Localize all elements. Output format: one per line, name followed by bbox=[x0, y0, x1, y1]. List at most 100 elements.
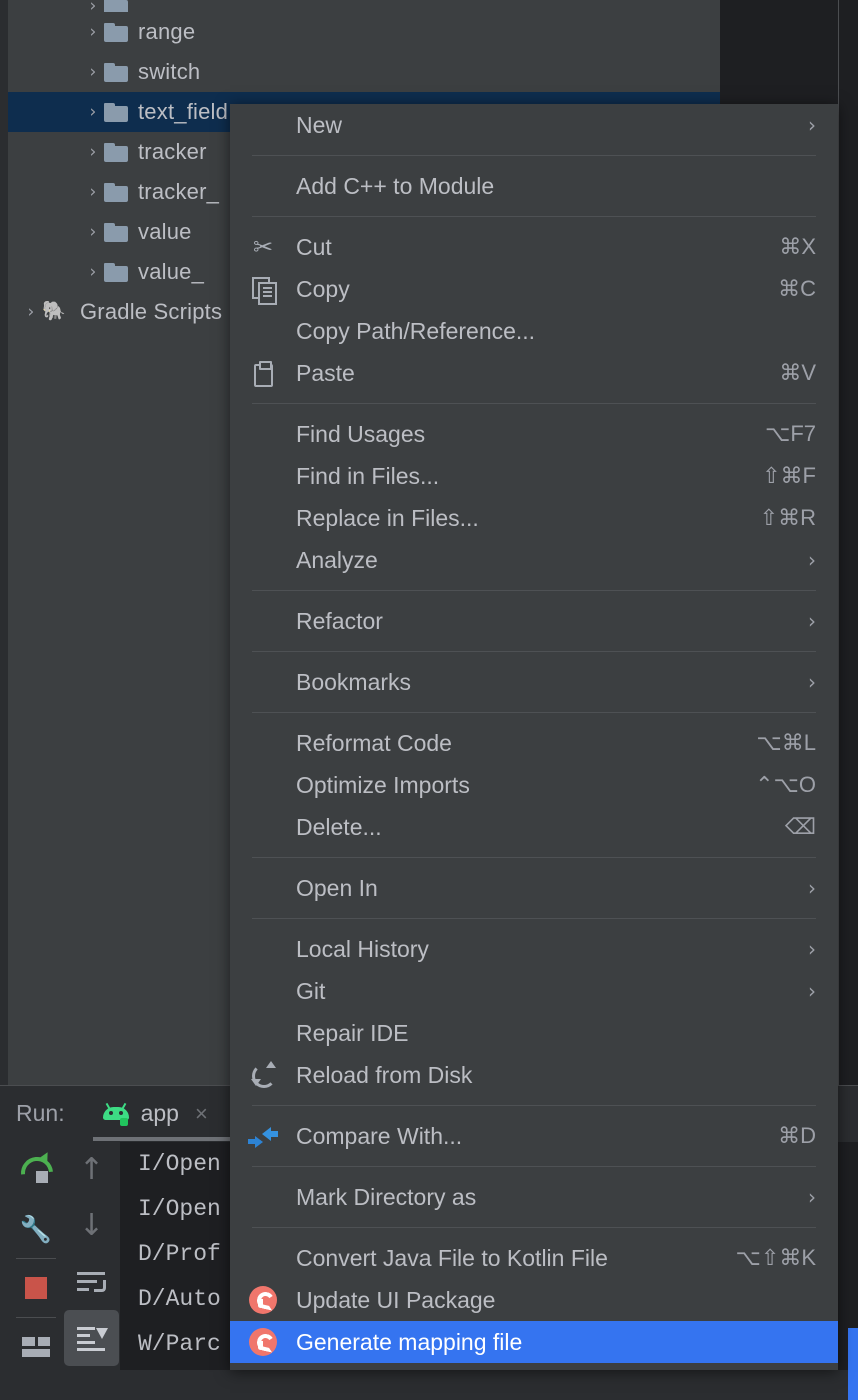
tree-item-label: switch bbox=[138, 59, 201, 84]
chevron-right-icon[interactable]: › bbox=[82, 102, 104, 122]
chevron-right-icon[interactable]: › bbox=[82, 0, 104, 12]
menu-item-reformat-code[interactable]: Reformat Code ⌥⌘L bbox=[230, 722, 838, 764]
menu-item-git[interactable]: Git › bbox=[230, 970, 838, 1012]
menu-item-label: Reload from Disk bbox=[296, 1061, 473, 1088]
run-tab-app[interactable]: app × bbox=[101, 1100, 208, 1127]
menu-separator bbox=[252, 651, 816, 652]
menu-item-optimize-imports[interactable]: Optimize Imports ⌃⌥O bbox=[230, 764, 838, 806]
menu-separator bbox=[252, 155, 816, 156]
menu-item-bookmarks[interactable]: Bookmarks › bbox=[230, 661, 838, 703]
menu-item-icon-slot bbox=[230, 1061, 296, 1088]
run-primary-toolbar: 🔧 bbox=[8, 1142, 64, 1370]
folder-icon bbox=[104, 0, 128, 12]
menu-item-shortcut: ⌘V bbox=[779, 360, 816, 385]
folder-icon bbox=[104, 22, 128, 42]
menu-item-label: Find Usages bbox=[296, 420, 426, 447]
plugin-icon bbox=[249, 1286, 277, 1314]
menu-item-generate-mapping-file[interactable]: Generate mapping file bbox=[230, 1321, 838, 1363]
rerun-button[interactable] bbox=[8, 1142, 64, 1200]
menu-item-label: Convert Java File to Kotlin File bbox=[296, 1244, 608, 1271]
tree-row[interactable]: › bbox=[8, 0, 720, 12]
chevron-right-icon[interactable]: › bbox=[82, 22, 104, 42]
menu-item-delete[interactable]: Delete... ⌫ bbox=[230, 806, 838, 848]
chevron-right-icon: › bbox=[808, 979, 816, 1003]
menu-item-copy-path-reference[interactable]: Copy Path/Reference... bbox=[230, 310, 838, 352]
chevron-right-icon[interactable]: › bbox=[82, 182, 104, 202]
run-window-title: Run: bbox=[16, 1100, 65, 1126]
chevron-right-icon: › bbox=[808, 1185, 816, 1209]
chevron-right-icon[interactable]: › bbox=[82, 62, 104, 82]
menu-item-icon-slot bbox=[230, 361, 296, 387]
menu-item-label: Replace in Files... bbox=[296, 504, 479, 531]
menu-item-reload-from-disk[interactable]: Reload from Disk bbox=[230, 1054, 838, 1096]
down-button[interactable]: ↓ bbox=[64, 1198, 119, 1254]
menu-item-local-history[interactable]: Local History › bbox=[230, 928, 838, 970]
menu-item-analyze[interactable]: Analyze › bbox=[230, 539, 838, 581]
menu-item-icon-slot bbox=[230, 277, 296, 305]
menu-item-replace-in-files[interactable]: Replace in Files... ⇧⌘R bbox=[230, 497, 838, 539]
configure-button[interactable]: 🔧 bbox=[8, 1200, 64, 1258]
chevron-right-icon: › bbox=[808, 548, 816, 572]
menu-separator bbox=[252, 403, 816, 404]
menu-item-new[interactable]: New › bbox=[230, 104, 838, 146]
close-icon[interactable]: × bbox=[195, 1101, 208, 1127]
layout-icon bbox=[22, 1337, 50, 1357]
folder-icon bbox=[104, 262, 128, 282]
stop-button[interactable] bbox=[8, 1259, 64, 1317]
tree-item-icon bbox=[104, 102, 128, 122]
menu-item-label: Paste bbox=[296, 359, 355, 386]
tree-row[interactable]: › range bbox=[8, 12, 720, 52]
menu-item-label: Analyze bbox=[296, 546, 378, 573]
menu-item-label: Bookmarks bbox=[296, 668, 412, 695]
menu-item-find-usages[interactable]: Find Usages ⌥F7 bbox=[230, 413, 838, 455]
tree-item-icon bbox=[104, 182, 128, 202]
menu-item-label: Git bbox=[296, 977, 326, 1004]
chevron-right-icon[interactable]: › bbox=[20, 302, 42, 322]
menu-item-label: Copy Path/Reference... bbox=[296, 317, 536, 344]
paste-icon bbox=[253, 361, 273, 387]
menu-item-icon-slot bbox=[230, 1328, 296, 1356]
menu-item-label: Find in Files... bbox=[296, 462, 440, 489]
menu-item-label: Open In bbox=[296, 874, 378, 901]
chevron-right-icon[interactable]: › bbox=[82, 262, 104, 282]
chevron-right-icon[interactable]: › bbox=[82, 142, 104, 162]
menu-item-label: Refactor bbox=[296, 607, 383, 634]
tree-row[interactable]: › switch bbox=[8, 52, 720, 92]
menu-item-copy[interactable]: Copy ⌘C bbox=[230, 268, 838, 310]
tree-item-label: tracker bbox=[138, 139, 207, 164]
context-menu: New › Add C++ to Module ✂ Cut ⌘X Copy ⌘C Copy Pa… bbox=[230, 104, 838, 1370]
menu-item-cut[interactable]: ✂ Cut ⌘X bbox=[230, 226, 838, 268]
menu-item-icon-slot bbox=[230, 1286, 296, 1314]
menu-item-update-ui-package[interactable]: Update UI Package bbox=[230, 1279, 838, 1321]
menu-item-refactor[interactable]: Refactor › bbox=[230, 600, 838, 642]
menu-item-convert-java-file-to-kotlin-file[interactable]: Convert Java File to Kotlin File ⌥⇧⌘K bbox=[230, 1237, 838, 1279]
gradle-elephant-icon: 🐘 bbox=[42, 301, 66, 322]
menu-item-shortcut: ⇧⌘F bbox=[762, 463, 816, 488]
scissors-icon: ✂ bbox=[252, 233, 274, 261]
menu-item-label: Generate mapping file bbox=[296, 1328, 523, 1355]
menu-item-label: Mark Directory as bbox=[296, 1183, 477, 1210]
menu-separator bbox=[252, 857, 816, 858]
menu-item-paste[interactable]: Paste ⌘V bbox=[230, 352, 838, 394]
layout-button[interactable] bbox=[8, 1318, 64, 1376]
menu-separator bbox=[252, 216, 816, 217]
menu-item-compare-with[interactable]: Compare With... ⌘D bbox=[230, 1115, 838, 1157]
vertical-divider bbox=[838, 0, 839, 1090]
scroll-to-end-icon bbox=[76, 1326, 108, 1351]
menu-item-add-c-to-module[interactable]: Add C++ to Module bbox=[230, 165, 838, 207]
menu-item-repair-ide[interactable]: Repair IDE bbox=[230, 1012, 838, 1054]
tree-item-label: text_field bbox=[138, 99, 229, 124]
menu-item-mark-directory-as[interactable]: Mark Directory as › bbox=[230, 1176, 838, 1218]
console-scrollbar[interactable] bbox=[848, 1328, 858, 1400]
menu-separator bbox=[252, 1166, 816, 1167]
chevron-right-icon[interactable]: › bbox=[82, 222, 104, 242]
scroll-to-end-button[interactable] bbox=[64, 1310, 119, 1366]
menu-item-find-in-files[interactable]: Find in Files... ⇧⌘F bbox=[230, 455, 838, 497]
run-secondary-toolbar: ↑ ↓ bbox=[64, 1142, 119, 1370]
soft-wrap-button[interactable] bbox=[64, 1254, 119, 1310]
folder-icon bbox=[104, 102, 128, 122]
up-button[interactable]: ↑ bbox=[64, 1142, 119, 1198]
run-tab-label: app bbox=[140, 1100, 179, 1126]
menu-item-shortcut: ⌘C bbox=[778, 276, 816, 301]
menu-item-open-in[interactable]: Open In › bbox=[230, 867, 838, 909]
